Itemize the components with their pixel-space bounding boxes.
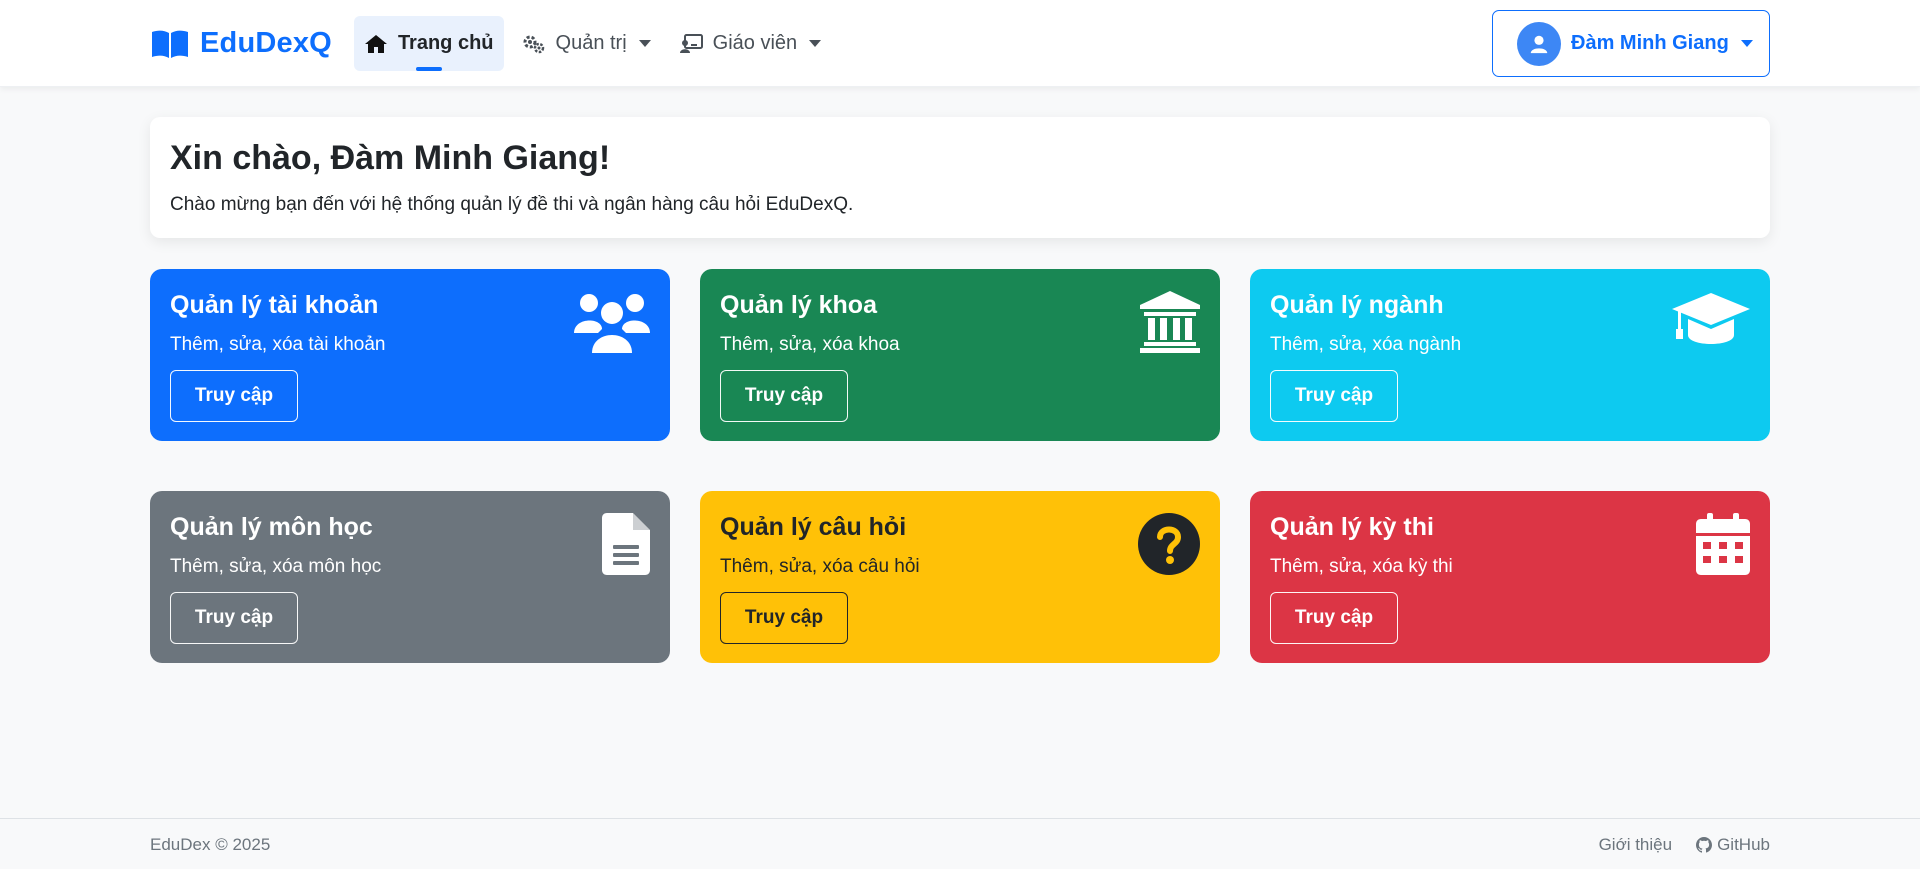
gears-icon	[523, 35, 544, 53]
nav-teacher-label: Giáo viên	[712, 32, 798, 54]
footer-github-label: GitHub	[1717, 835, 1770, 854]
nav-home[interactable]: Trang chủ	[353, 16, 504, 71]
card-desc: Thêm, sửa, xóa môn học	[170, 556, 382, 577]
access-button[interactable]: Truy cập	[1270, 370, 1398, 422]
access-button[interactable]: Truy cập	[720, 370, 848, 422]
brand-link[interactable]: EduDexQ	[150, 27, 332, 60]
nav-teacher-dropdown[interactable]: Giáo viên	[669, 16, 832, 71]
card-title: Quản lý kỳ thi	[1270, 513, 1434, 541]
card-exams: Quản lý kỳ thi Thêm, sửa, xóa kỳ thi Tru…	[1250, 491, 1770, 663]
access-button[interactable]: Truy cập	[170, 592, 298, 644]
card-title: Quản lý khoa	[720, 291, 877, 319]
footer: EduDex © 2025 Giới thiệu GitHub	[0, 818, 1920, 869]
card-title: Quản lý câu hỏi	[720, 513, 907, 541]
card-majors: Quản lý ngành Thêm, sửa, xóa ngành Truy …	[1250, 269, 1770, 441]
home-icon	[364, 34, 387, 53]
card-subjects: Quản lý môn học Thêm, sửa, xóa môn học T…	[150, 491, 670, 663]
file-alt-icon	[602, 513, 650, 575]
welcome-card: Xin chào, Đàm Minh Giang! Chào mừng bạn …	[150, 117, 1770, 238]
navbar: EduDexQ Trang chủ Quản trị Giáo viên Đàm…	[0, 0, 1920, 87]
chalkboard-teacher-icon	[679, 33, 703, 53]
card-accounts: Quản lý tài khoản Thêm, sửa, xóa tài kho…	[150, 269, 670, 441]
user-menu-button[interactable]: Đàm Minh Giang	[1492, 10, 1770, 77]
chevron-down-icon	[1740, 40, 1753, 47]
nav-admin-label: Quản trị	[555, 32, 627, 54]
chevron-down-icon	[809, 40, 822, 47]
footer-about-link[interactable]: Giới thiệu	[1599, 835, 1673, 855]
nav-admin-dropdown[interactable]: Quản trị	[512, 16, 661, 71]
card-title: Quản lý môn học	[170, 513, 373, 541]
users-icon	[574, 294, 650, 353]
question-circle-icon	[1138, 513, 1200, 575]
footer-github-link[interactable]: GitHub	[1696, 835, 1770, 855]
user-icon	[1530, 35, 1548, 53]
nav-home-label: Trang chủ	[397, 32, 494, 54]
footer-copyright: EduDex © 2025	[150, 835, 271, 854]
welcome-subtitle: Chào mừng bạn đến với hệ thống quản lý đ…	[170, 194, 854, 215]
chevron-down-icon	[638, 40, 651, 47]
calendar-icon	[1696, 513, 1750, 575]
footer-about-label: Giới thiệu	[1598, 835, 1673, 854]
github-icon	[1696, 837, 1713, 853]
brand-name: EduDexQ	[200, 27, 332, 59]
page-title: Xin chào, Đàm Minh Giang!	[170, 139, 611, 177]
card-questions: Quản lý câu hỏi Thêm, sửa, xóa câu hỏi T…	[700, 491, 1220, 663]
university-icon	[1140, 291, 1200, 353]
card-desc: Thêm, sửa, xóa khoa	[720, 334, 900, 355]
card-faculties: Quản lý khoa Thêm, sửa, xóa khoa Truy cậ…	[700, 269, 1220, 441]
user-name: Đàm Minh Giang	[1571, 32, 1729, 54]
book-open-icon	[152, 30, 188, 58]
card-desc: Thêm, sửa, xóa câu hỏi	[720, 556, 920, 577]
access-button[interactable]: Truy cập	[720, 592, 848, 644]
graduation-cap-icon	[1672, 293, 1750, 344]
avatar	[1517, 21, 1561, 66]
card-desc: Thêm, sửa, xóa kỳ thi	[1270, 556, 1453, 577]
access-button[interactable]: Truy cập	[1270, 592, 1398, 644]
access-button[interactable]: Truy cập	[170, 370, 298, 422]
